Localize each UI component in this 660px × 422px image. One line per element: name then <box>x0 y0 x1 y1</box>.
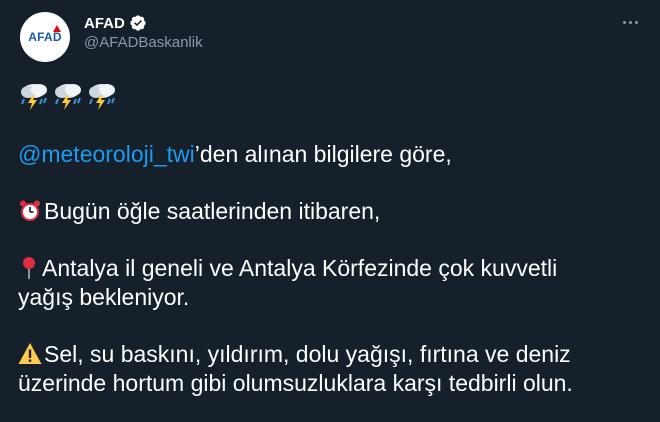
logo-triangle-icon <box>53 25 61 32</box>
alarm-clock-icon <box>20 200 40 221</box>
source-text: ’den alınan bilgilere göre, <box>194 141 452 167</box>
location-text-2: yağış bekleniyor. <box>18 284 190 310</box>
author-names: AFAD @AFADBaskanlik <box>84 13 203 52</box>
warning-text-2: üzerinde hortum gibi olumsuzluklara karş… <box>18 370 573 396</box>
warning-text-1: Sel, su baskını, yıldırım, dolu yağışı, … <box>44 341 571 367</box>
avatar-logo-text: AFAD <box>28 30 62 44</box>
round-pushpin-icon <box>23 257 35 279</box>
mention-link[interactable]: @meteoroloji_twi <box>18 141 195 167</box>
storm-emoji-row <box>18 80 648 112</box>
storm-icon <box>89 84 115 110</box>
warning-icon <box>18 343 42 364</box>
storm-icon <box>21 84 47 110</box>
display-name[interactable]: AFAD <box>84 15 125 32</box>
tweet-card[interactable]: AFAD AFAD @AFADBaskanlik @meteoroloji_tw… <box>0 0 660 422</box>
avatar[interactable]: AFAD <box>20 12 70 62</box>
verified-badge-icon <box>130 15 146 31</box>
text-line-source: @meteoroloji_twi’den alınan bilgilere gö… <box>18 140 648 169</box>
location-text-1: Antalya il geneli ve Antalya Körfezinde … <box>42 255 558 281</box>
more-options-icon[interactable] <box>616 12 644 32</box>
time-text: Bugün öğle saatlerinden itibaren, <box>44 198 381 224</box>
text-line-location: Antalya il geneli ve Antalya Körfezinde … <box>18 254 648 283</box>
tweet-text: @meteoroloji_twi’den alınan bilgilere gö… <box>18 80 648 398</box>
text-line-time: Bugün öğle saatlerinden itibaren, <box>18 197 648 226</box>
text-line-warning: Sel, su baskını, yıldırım, dolu yağışı, … <box>18 340 648 369</box>
account-handle[interactable]: @AFADBaskanlik <box>84 34 203 51</box>
tweet-header: AFAD AFAD @AFADBaskanlik <box>16 10 644 62</box>
storm-icon <box>55 84 81 110</box>
